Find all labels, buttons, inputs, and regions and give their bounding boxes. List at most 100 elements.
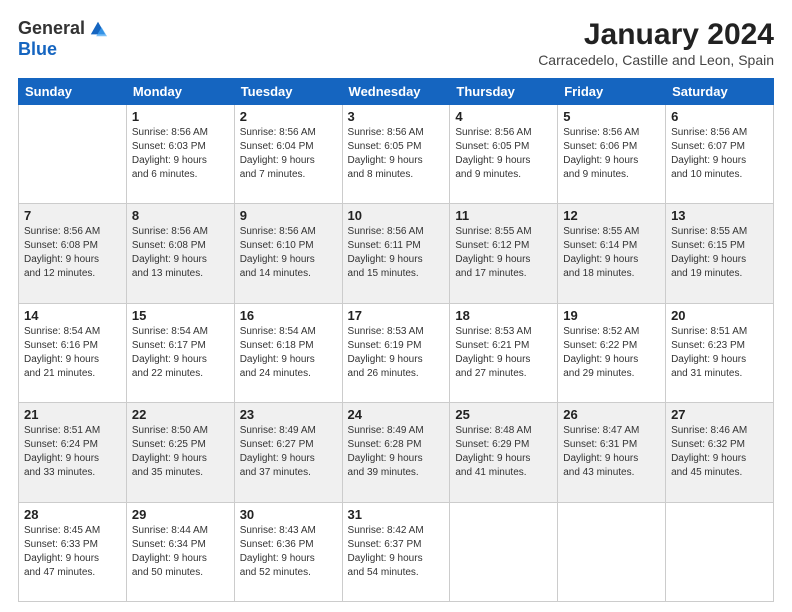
header-friday: Friday [558,79,666,105]
day-number: 24 [348,407,445,422]
subtitle: Carracedelo, Castille and Leon, Spain [538,52,774,68]
day-info: Sunrise: 8:56 AM Sunset: 6:08 PM Dayligh… [24,225,121,281]
header-sunday: Sunday [19,79,127,105]
cell-w2-d3: 17Sunrise: 8:53 AM Sunset: 6:19 PM Dayli… [342,303,450,402]
cell-w4-d5 [558,502,666,601]
day-info: Sunrise: 8:54 AM Sunset: 6:16 PM Dayligh… [24,325,121,381]
day-info: Sunrise: 8:49 AM Sunset: 6:27 PM Dayligh… [240,424,337,480]
day-number: 29 [132,507,229,522]
day-number: 3 [348,109,445,124]
day-info: Sunrise: 8:51 AM Sunset: 6:23 PM Dayligh… [671,325,768,381]
day-number: 20 [671,308,768,323]
cell-w2-d4: 18 Sunrise: 8:53 AM Sunset: 6:21 PM Dayli… [450,303,558,402]
header: General Blue January 2024 Carracedelo, C… [18,18,774,68]
day-number: 18 [455,308,552,323]
cell-w4-d2: 30Sunrise: 8:43 AM Sunset: 6:36 PM Dayli… [234,502,342,601]
day-number: 12 [563,208,660,223]
cell-w1-d3: 10Sunrise: 8:56 AM Sunset: 6:11 PM Dayli… [342,204,450,303]
week-row-3: 21Sunrise: 8:51 AM Sunset: 6:24 PM Dayli… [19,403,774,502]
week-row-2: 14 Sunrise: 8:54 AM Sunset: 6:16 PM Dayli… [19,303,774,402]
day-number: 9 [240,208,337,223]
cell-w0-d5: 5 Sunrise: 8:56 AM Sunset: 6:06 PM Daylig… [558,105,666,204]
day-info: Sunrise: 8:51 AM Sunset: 6:24 PM Dayligh… [24,424,121,480]
cell-w3-d3: 24 Sunrise: 8:49 AM Sunset: 6:28 PM Dayli… [342,403,450,502]
logo: General Blue [18,18,107,60]
day-number: 15 [132,308,229,323]
day-info: Sunrise: 8:56 AM Sunset: 6:04 PM Dayligh… [240,126,337,182]
day-number: 2 [240,109,337,124]
logo-general-text: General [18,18,85,39]
day-info: Sunrise: 8:45 AM Sunset: 6:33 PM Dayligh… [24,524,121,580]
logo-icon [89,20,107,38]
day-info: Sunrise: 8:56 AM Sunset: 6:03 PM Dayligh… [132,126,229,182]
cell-w4-d4 [450,502,558,601]
day-number: 7 [24,208,121,223]
day-number: 31 [348,507,445,522]
cell-w0-d1: 1 Sunrise: 8:56 AM Sunset: 6:03 PM Daylig… [126,105,234,204]
day-info: Sunrise: 8:49 AM Sunset: 6:28 PM Dayligh… [348,424,445,480]
cell-w1-d4: 11 Sunrise: 8:55 AM Sunset: 6:12 PM Dayli… [450,204,558,303]
day-number: 23 [240,407,337,422]
cell-w4-d6 [666,502,774,601]
logo-blue-text: Blue [18,39,57,60]
cell-w2-d6: 20 Sunrise: 8:51 AM Sunset: 6:23 PM Dayli… [666,303,774,402]
week-row-4: 28 Sunrise: 8:45 AM Sunset: 6:33 PM Dayli… [19,502,774,601]
cell-w4-d1: 29 Sunrise: 8:44 AM Sunset: 6:34 PM Dayli… [126,502,234,601]
cell-w3-d0: 21Sunrise: 8:51 AM Sunset: 6:24 PM Dayli… [19,403,127,502]
day-info: Sunrise: 8:56 AM Sunset: 6:07 PM Dayligh… [671,126,768,182]
cell-w3-d5: 26Sunrise: 8:47 AM Sunset: 6:31 PM Dayli… [558,403,666,502]
day-info: Sunrise: 8:50 AM Sunset: 6:25 PM Dayligh… [132,424,229,480]
day-info: Sunrise: 8:44 AM Sunset: 6:34 PM Dayligh… [132,524,229,580]
calendar-header-row: Sunday Monday Tuesday Wednesday Thursday… [19,79,774,105]
cell-w0-d2: 2 Sunrise: 8:56 AM Sunset: 6:04 PM Daylig… [234,105,342,204]
day-info: Sunrise: 8:52 AM Sunset: 6:22 PM Dayligh… [563,325,660,381]
day-number: 11 [455,208,552,223]
day-info: Sunrise: 8:54 AM Sunset: 6:17 PM Dayligh… [132,325,229,381]
header-tuesday: Tuesday [234,79,342,105]
title-block: January 2024 Carracedelo, Castille and L… [538,18,774,68]
cell-w1-d6: 13Sunrise: 8:55 AM Sunset: 6:15 PM Dayli… [666,204,774,303]
day-number: 1 [132,109,229,124]
day-number: 28 [24,507,121,522]
day-number: 19 [563,308,660,323]
day-info: Sunrise: 8:42 AM Sunset: 6:37 PM Dayligh… [348,524,445,580]
day-info: Sunrise: 8:56 AM Sunset: 6:06 PM Dayligh… [563,126,660,182]
day-info: Sunrise: 8:43 AM Sunset: 6:36 PM Dayligh… [240,524,337,580]
day-number: 25 [455,407,552,422]
day-number: 17 [348,308,445,323]
day-info: Sunrise: 8:56 AM Sunset: 6:05 PM Dayligh… [348,126,445,182]
cell-w0-d3: 3 Sunrise: 8:56 AM Sunset: 6:05 PM Daylig… [342,105,450,204]
header-thursday: Thursday [450,79,558,105]
cell-w4-d3: 31 Sunrise: 8:42 AM Sunset: 6:37 PM Dayli… [342,502,450,601]
day-info: Sunrise: 8:56 AM Sunset: 6:11 PM Dayligh… [348,225,445,281]
day-info: Sunrise: 8:53 AM Sunset: 6:21 PM Dayligh… [455,325,552,381]
cell-w2-d0: 14 Sunrise: 8:54 AM Sunset: 6:16 PM Dayli… [19,303,127,402]
day-number: 16 [240,308,337,323]
header-monday: Monday [126,79,234,105]
page: General Blue January 2024 Carracedelo, C… [0,0,792,612]
cell-w3-d1: 22Sunrise: 8:50 AM Sunset: 6:25 PM Dayli… [126,403,234,502]
header-wednesday: Wednesday [342,79,450,105]
cell-w1-d1: 8Sunrise: 8:56 AM Sunset: 6:08 PM Daylig… [126,204,234,303]
day-number: 14 [24,308,121,323]
day-info: Sunrise: 8:56 AM Sunset: 6:05 PM Dayligh… [455,126,552,182]
cell-w2-d2: 16 Sunrise: 8:54 AM Sunset: 6:18 PM Dayli… [234,303,342,402]
day-number: 26 [563,407,660,422]
cell-w3-d2: 23 Sunrise: 8:49 AM Sunset: 6:27 PM Dayli… [234,403,342,502]
cell-w1-d2: 9Sunrise: 8:56 AM Sunset: 6:10 PM Daylig… [234,204,342,303]
day-info: Sunrise: 8:55 AM Sunset: 6:12 PM Dayligh… [455,225,552,281]
main-title: January 2024 [538,18,774,52]
header-saturday: Saturday [666,79,774,105]
cell-w0-d6: 6Sunrise: 8:56 AM Sunset: 6:07 PM Daylig… [666,105,774,204]
cell-w1-d0: 7 Sunrise: 8:56 AM Sunset: 6:08 PM Daylig… [19,204,127,303]
day-number: 5 [563,109,660,124]
day-info: Sunrise: 8:54 AM Sunset: 6:18 PM Dayligh… [240,325,337,381]
week-row-1: 7 Sunrise: 8:56 AM Sunset: 6:08 PM Daylig… [19,204,774,303]
cell-w0-d0 [19,105,127,204]
calendar-table: Sunday Monday Tuesday Wednesday Thursday… [18,78,774,602]
day-number: 27 [671,407,768,422]
cell-w1-d5: 12Sunrise: 8:55 AM Sunset: 6:14 PM Dayli… [558,204,666,303]
day-number: 4 [455,109,552,124]
day-info: Sunrise: 8:55 AM Sunset: 6:15 PM Dayligh… [671,225,768,281]
day-info: Sunrise: 8:46 AM Sunset: 6:32 PM Dayligh… [671,424,768,480]
